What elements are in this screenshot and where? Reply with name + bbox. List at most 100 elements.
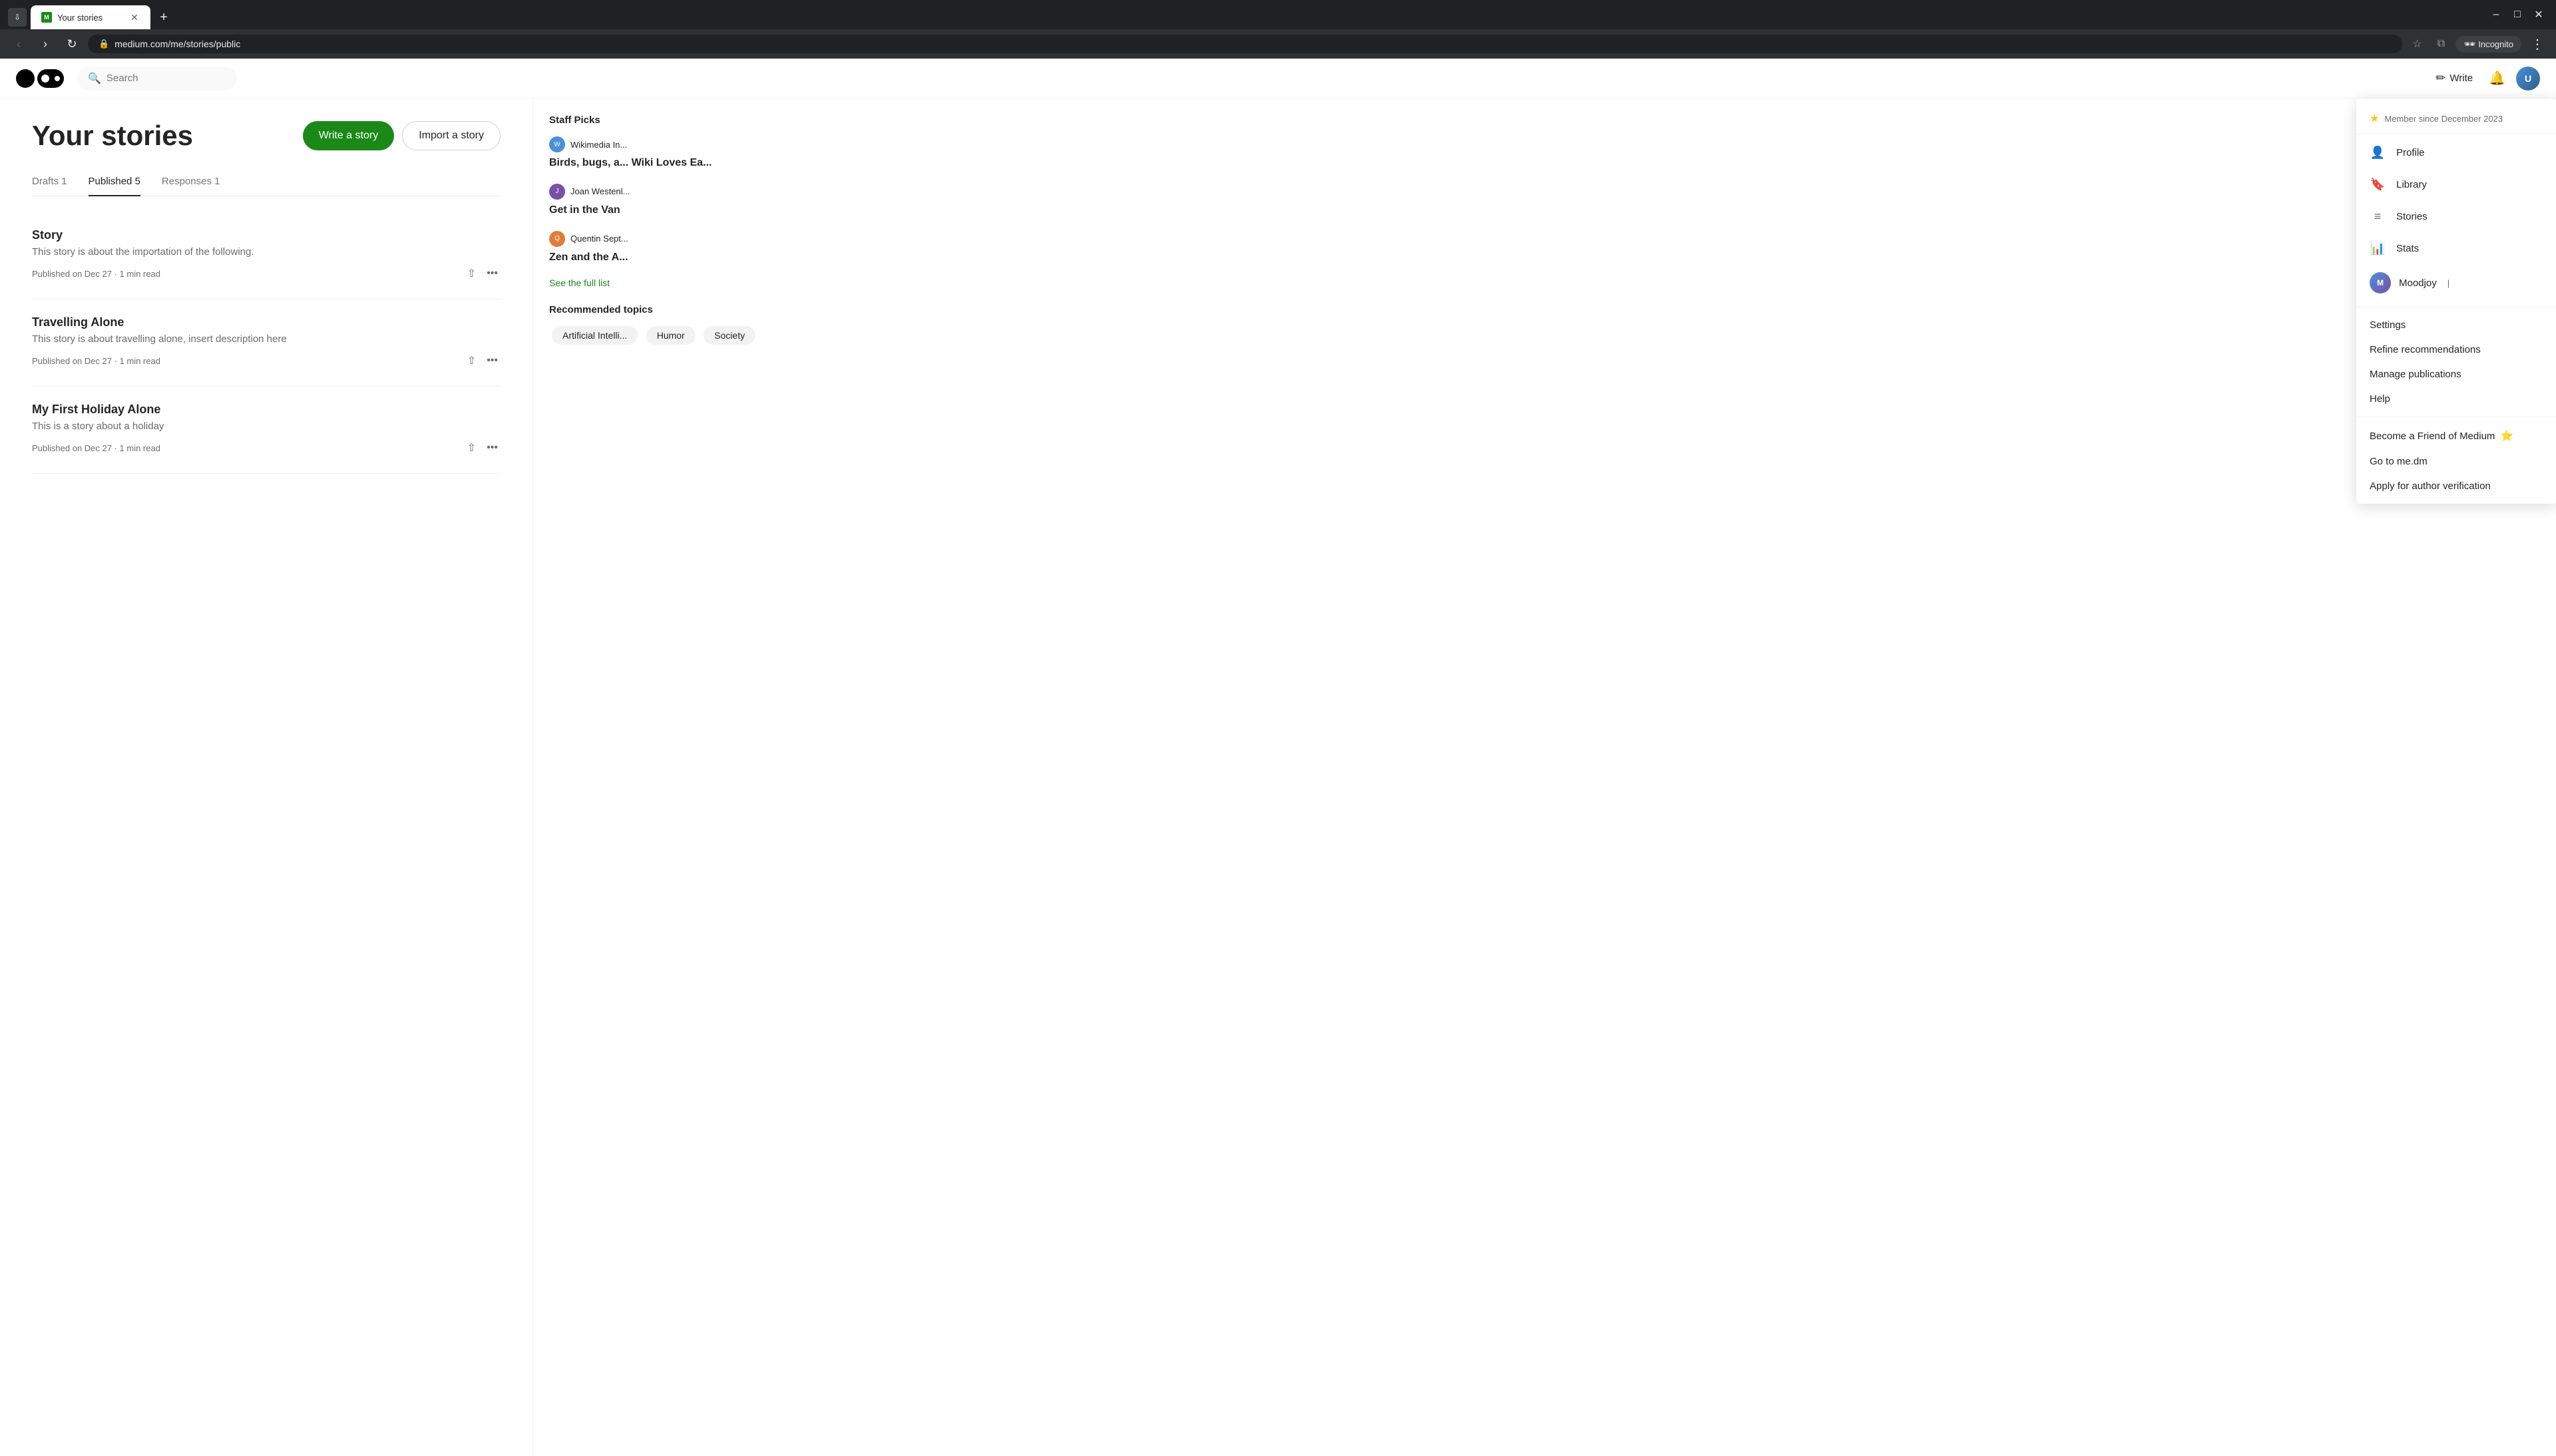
search-icon: 🔍 <box>88 72 101 85</box>
story-more-button[interactable]: ••• <box>484 352 501 369</box>
new-tab-button[interactable]: + <box>154 8 173 27</box>
pick-author-avatar: W <box>549 136 565 152</box>
story-title: Story <box>32 228 501 242</box>
refresh-button[interactable]: ↻ <box>61 33 83 55</box>
bookmark-star-icon[interactable]: ☆ <box>2408 35 2426 53</box>
story-meta: Published on Dec 27 · 1 min read ⇧ ••• <box>32 439 501 457</box>
write-story-button[interactable]: Write a story <box>303 121 395 150</box>
pick-author-avatar: J <box>549 184 565 200</box>
tab-favicon: M <box>41 12 52 23</box>
friend-label: Become a Friend of Medium <box>2370 431 2495 442</box>
story-share-button[interactable]: ⇧ <box>465 264 479 283</box>
pick-author-name: Wikimedia In... <box>570 140 627 150</box>
maximize-button[interactable]: □ <box>2508 5 2527 24</box>
story-actions: ⇧ ••• <box>465 264 501 283</box>
dropdown-item-verify[interactable]: Apply for author verification <box>2356 474 2556 498</box>
split-screen-icon[interactable]: ⧉ <box>2432 35 2450 53</box>
dropdown-item-help[interactable]: Help <box>2356 387 2556 411</box>
stats-icon: 📊 <box>2370 240 2386 256</box>
medium-logo[interactable] <box>16 69 64 88</box>
dropdown-item-library[interactable]: 🔖 Library <box>2356 168 2556 200</box>
story-publish-date: Published on Dec 27 · 1 min read <box>32 269 160 279</box>
story-actions: ⇧ ••• <box>465 439 501 457</box>
forward-button[interactable]: › <box>35 33 56 55</box>
story-item: Travelling Alone This story is about tra… <box>32 299 501 387</box>
staff-pick-item[interactable]: J Joan Westenl... Get in the Van <box>549 184 769 218</box>
write-button[interactable]: ✏ Write <box>2430 69 2478 88</box>
see-full-list-link[interactable]: See the full list <box>549 277 769 288</box>
member-since-text: Member since December 2023 <box>2384 114 2503 124</box>
browser-menu-button[interactable]: ⋮ <box>2527 33 2548 55</box>
staff-pick-item[interactable]: W Wikimedia In... Birds, bugs, a... Wiki… <box>549 136 769 170</box>
pick-author-name: Quentin Sept... <box>570 234 628 244</box>
pick-title: Zen and the A... <box>549 251 769 265</box>
story-publish-date: Published on Dec 27 · 1 min read <box>32 356 160 366</box>
tab-drafts[interactable]: Drafts 1 <box>32 168 67 196</box>
story-actions: ⇧ ••• <box>465 351 501 370</box>
back-button[interactable]: ‹ <box>8 33 29 55</box>
story-excerpt: This story is about travelling alone, in… <box>32 333 501 345</box>
tab-responses[interactable]: Responses 1 <box>162 168 220 196</box>
pick-author-row: Q Quentin Sept... <box>549 231 769 247</box>
search-bar[interactable]: 🔍 Search <box>77 67 237 91</box>
story-more-button[interactable]: ••• <box>484 439 501 456</box>
story-item: My First Holiday Alone This is a story a… <box>32 387 501 474</box>
friend-star-icon: ⭐ <box>2500 429 2513 443</box>
dropdown-item-friend[interactable]: Become a Friend of Medium ⭐ <box>2356 423 2556 449</box>
stats-label: Stats <box>2396 243 2419 254</box>
tag-chip-society[interactable]: Society <box>704 326 755 345</box>
dropdown-item-settings[interactable]: Settings <box>2356 313 2556 337</box>
incognito-badge[interactable]: 🕶 Incognito <box>2455 36 2521 53</box>
write-icon: ✏ <box>2436 71 2446 85</box>
story-share-button[interactable]: ⇧ <box>465 351 479 370</box>
story-more-button[interactable]: ••• <box>484 265 501 282</box>
dropdown-item-stories[interactable]: ≡ Stories <box>2356 200 2556 232</box>
story-title: Travelling Alone <box>32 315 501 329</box>
story-share-button[interactable]: ⇧ <box>465 439 479 457</box>
import-story-button[interactable]: Import a story <box>402 121 501 150</box>
main-content-area: Your stories Write a story Import a stor… <box>0 98 532 1456</box>
cursor-indicator: | <box>2448 278 2450 288</box>
pick-author-row: W Wikimedia In... <box>549 136 769 152</box>
dropdown-item-refine[interactable]: Refine recommendations <box>2356 337 2556 362</box>
tab-published[interactable]: Published 5 <box>89 168 140 196</box>
user-dropdown-menu: ★ Member since December 2023 👤 Profile 🔖… <box>2356 98 2556 504</box>
dropdown-item-me-dm[interactable]: Go to me.dm <box>2356 449 2556 474</box>
logo-rect <box>37 69 64 88</box>
right-sidebar: Staff Picks W Wikimedia In... Birds, bug… <box>532 98 785 1456</box>
pick-author-row: J Joan Westenl... <box>549 184 769 200</box>
tag-chip-ai[interactable]: Artificial Intelli... <box>552 326 638 345</box>
dropdown-item-profile[interactable]: 👤 Profile <box>2356 136 2556 168</box>
tag-chip-humor[interactable]: Humor <box>646 326 696 345</box>
dropdown-item-stats[interactable]: 📊 Stats <box>2356 232 2556 264</box>
pick-title: Birds, bugs, a... Wiki Loves Ea... <box>549 156 769 170</box>
incognito-label: Incognito <box>2478 39 2513 49</box>
member-since-row: ★ Member since December 2023 <box>2356 104 2556 134</box>
tags-container: Artificial Intelli... Humor Society <box>549 323 769 347</box>
stories-header: Your stories Write a story Import a stor… <box>32 120 501 152</box>
story-excerpt: This is a story about a holiday <box>32 421 501 432</box>
story-item: Story This story is about the importatio… <box>32 212 501 299</box>
active-browser-tab[interactable]: M Your stories ✕ <box>31 5 150 29</box>
staff-pick-item[interactable]: Q Quentin Sept... Zen and the A... <box>549 231 769 265</box>
publication-avatar: M <box>2370 272 2391 293</box>
story-publish-date: Published on Dec 27 · 1 min read <box>32 443 160 453</box>
dropdown-item-manage[interactable]: Manage publications <box>2356 362 2556 387</box>
tab-close-button[interactable]: ✕ <box>129 12 140 23</box>
pick-author-name: Joan Westenl... <box>570 186 630 196</box>
pick-title: Get in the Van <box>549 204 769 218</box>
user-avatar[interactable]: U <box>2516 67 2540 91</box>
member-star-icon: ★ <box>2370 112 2379 125</box>
medium-header: 🔍 Search ✏ Write 🔔 U <box>0 59 2556 98</box>
page-title: Your stories <box>32 120 193 152</box>
recommended-topics-section: Recommended topics Artificial Intelli...… <box>549 304 769 347</box>
notifications-bell-icon[interactable]: 🔔 <box>2489 70 2505 87</box>
dropdown-item-publication[interactable]: M Moodjoy | <box>2356 264 2556 301</box>
stories-label: Stories <box>2396 211 2428 222</box>
search-placeholder-text: Search <box>106 73 138 84</box>
header-action-buttons: Write a story Import a story <box>303 121 501 150</box>
address-bar[interactable]: 🔒 medium.com/me/stories/public <box>88 35 2402 53</box>
close-window-button[interactable]: ✕ <box>2529 5 2548 24</box>
tab-group-switcher[interactable]: ⇩ <box>8 8 27 27</box>
minimize-button[interactable]: – <box>2487 5 2505 24</box>
